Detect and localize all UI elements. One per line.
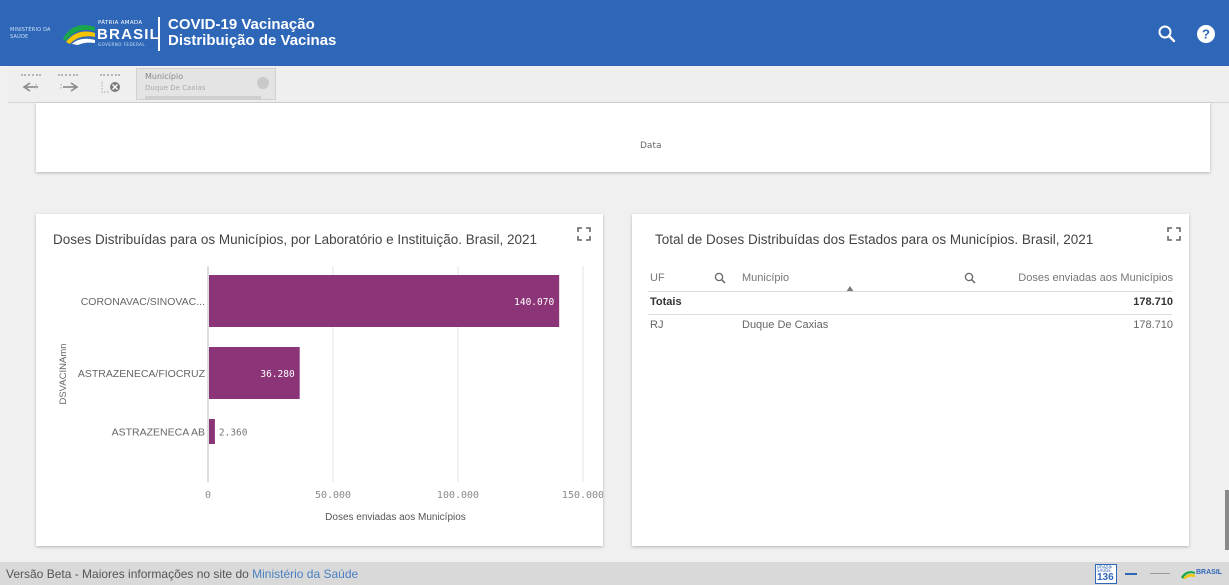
svg-text:?: ? [1202, 27, 1210, 42]
cell-doses: 178.710 [1133, 319, 1173, 331]
totals-value: 178.710 [1133, 296, 1173, 308]
disque-saude-logo: DISQUE SAÚDE 136 [1095, 564, 1117, 584]
column-header-doses[interactable]: Doses enviadas aos Municípios [1018, 272, 1173, 284]
column-header-municipio[interactable]: Município [742, 272, 789, 284]
data-label: 140.070 [514, 297, 554, 308]
bar [209, 275, 560, 327]
step-forward-button[interactable] [55, 72, 83, 98]
x-axis-title: Doses enviadas aos Municípios [325, 512, 466, 523]
clear-selection-icon[interactable] [257, 77, 269, 89]
cell-uf[interactable]: RJ [650, 319, 663, 331]
step-back-button[interactable] [18, 72, 46, 98]
footer-text: Versão Beta - Maiores informações no sit… [6, 567, 358, 581]
footer: Versão Beta - Maiores informações no sit… [0, 562, 1229, 585]
step-forward-icon [60, 82, 79, 92]
brasil-small-text: BRASIL [1196, 569, 1223, 576]
bar-chart: 0 50.000 100.000 150.000 CORONAVAC/SINOVAC..… [58, 266, 603, 523]
bar [209, 419, 215, 444]
x-tick-label: 0 [205, 490, 211, 501]
expand-icon[interactable] [1167, 227, 1181, 241]
scrollbar[interactable] [1225, 490, 1229, 550]
brasil-wordmark: BRASIL [97, 26, 161, 43]
step-back-icon [22, 82, 38, 92]
table-title: Total de Doses Distribuídas dos Estados … [655, 232, 1094, 247]
ministerio-link[interactable]: Ministério da Saúde [252, 567, 358, 581]
search-icon[interactable] [714, 272, 726, 284]
governo-federal-text: GOVERNO FEDERAL [98, 42, 146, 47]
selection-value: Duque De Caxias [145, 84, 206, 92]
date-axis-ticks [36, 103, 1210, 143]
help-icon[interactable]: ? [1196, 24, 1216, 44]
footer-logos: DISQUE SAÚDE 136 BRASIL [1095, 564, 1223, 584]
brasil-small-logo: BRASIL [1181, 567, 1223, 581]
search-icon[interactable] [1157, 24, 1177, 44]
cell-municipio[interactable]: Duque De Caxias [742, 319, 828, 331]
arrow-icon [1125, 573, 1137, 575]
table-card: Total de Doses Distribuídas dos Estados … [632, 214, 1189, 546]
x-tick-label: 150.000 [562, 490, 603, 501]
category-label: ASTRAZENECA/FIOCRUZ [78, 368, 206, 380]
clear-selections-button[interactable] [97, 72, 125, 98]
selection-bar [145, 96, 261, 99]
data-label: 36.280 [260, 369, 295, 380]
selection-field-label: Município [145, 72, 184, 81]
page-title-line2: Distribuição de Vacinas [168, 32, 337, 49]
totals-divider [648, 314, 1172, 315]
app-header: MINISTÉRIO DA SAÚDE PÁTRIA AMADA BRASIL … [0, 0, 1229, 66]
header-divider [648, 291, 1172, 292]
category-label: ASTRAZENECA AB [112, 427, 205, 439]
separator [1150, 573, 1170, 574]
search-icon[interactable] [964, 272, 976, 284]
selection-chip-municipio[interactable]: Município Duque De Caxias [136, 68, 276, 100]
disque-number: 136 [1097, 572, 1114, 583]
totals-label: Totais [650, 296, 682, 308]
brasil-logo: PÁTRIA AMADA BRASIL GOVERNO FEDERAL [60, 17, 170, 47]
bar-chart-card: Doses Distribuídas para os Municípios, p… [36, 214, 603, 546]
brasil-flag-icon [63, 25, 95, 45]
footer-info-text: Versão Beta - Maiores informações no sit… [6, 567, 253, 581]
category-label: CORONAVAC/SINOVAC... [81, 296, 205, 308]
x-tick-label: 100.000 [437, 490, 479, 501]
y-axis-title: DSVACINAmn [58, 343, 69, 404]
date-axis-title: Data [640, 141, 662, 151]
data-label: 2.360 [219, 428, 248, 439]
page-title: COVID-19 Vacinação Distribuição de Vacin… [168, 17, 336, 49]
brasil-flag-icon [1181, 571, 1195, 579]
page-title-line1: COVID-19 Vacinação [168, 16, 315, 33]
daily-chart-card: Data [36, 103, 1210, 172]
header-divider [158, 17, 160, 51]
ministerio-logo: MINISTÉRIO DA SAÚDE [10, 27, 51, 40]
clear-selections-icon [101, 82, 120, 93]
selections-toolbar: Município Duque De Caxias [8, 66, 1229, 103]
x-tick-label: 50.000 [315, 490, 351, 501]
column-header-uf[interactable]: UF [650, 272, 665, 284]
